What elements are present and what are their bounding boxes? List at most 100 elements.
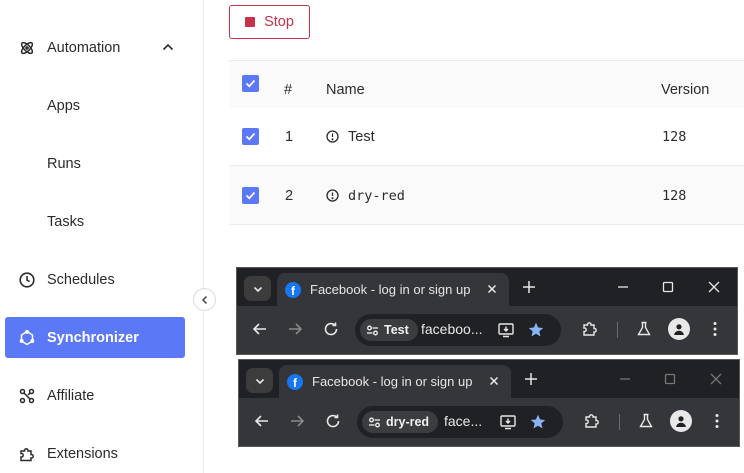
site-settings-icon [369,417,380,427]
facebook-icon: f [287,373,303,390]
info-icon [326,130,339,143]
tab-strip: f Facebook - log in or sign up [239,360,739,398]
person-icon [674,324,684,335]
sidebar-item-tasks[interactable]: Tasks [5,201,185,242]
close-window-icon[interactable] [708,371,724,387]
clock-icon [19,271,35,288]
extensions-icon[interactable] [581,320,599,338]
forward-icon[interactable] [288,412,306,430]
maximize-icon[interactable] [660,279,676,295]
profile-avatar-icon[interactable] [668,318,690,340]
person-icon [676,416,686,427]
app-screen: Automation Apps Runs Tasks Schedules Syn… [0,0,744,473]
sidebar-item-synchronizer[interactable]: Synchronizer [5,317,185,358]
row-number: 1 [285,128,294,145]
tab-strip: f Facebook - log in or sign up [237,268,737,306]
sidebar-item-label: Synchronizer [47,329,139,346]
profile-avatar-icon[interactable] [670,410,692,432]
minimize-icon[interactable] [615,279,631,295]
close-tab-icon[interactable] [485,282,499,296]
site-settings-icon [367,325,378,335]
extensions-icon[interactable] [583,412,601,430]
sidebar-item-label: Runs [47,155,81,172]
toolbar-divider [617,322,618,338]
facebook-icon: f [285,281,301,298]
check-icon [245,132,256,141]
row-name-label: dry-red [348,187,405,204]
row-name: Test [326,108,375,165]
profile-chip-label: Test [384,323,409,337]
browser-window-1[interactable]: f Facebook - log in or sign up Test face… [236,267,738,355]
tab-title: Facebook - log in or sign up [312,374,473,389]
sidebar-item-extensions[interactable]: Extensions [5,433,185,473]
table-row[interactable]: 1 Test 128 [229,108,744,166]
row-number: 2 [285,187,294,204]
row-name: dry-red [326,167,405,224]
browser-window-2[interactable]: f Facebook - log in or sign up dry-red f… [238,359,740,447]
reload-icon[interactable] [324,412,342,430]
bookmark-star-icon[interactable] [527,321,545,339]
sidebar-item-apps[interactable]: Apps [5,85,185,126]
install-app-icon[interactable] [499,413,517,431]
tab-title: Facebook - log in or sign up [310,282,471,297]
stop-button[interactable]: Stop [229,5,310,39]
profiles-table: # Name Version 1 Test 128 2 dry-red 128 [229,60,744,225]
profile-chip[interactable]: dry-red [362,411,439,433]
sidebar-item-label: Extensions [47,445,118,462]
close-window-icon[interactable] [706,279,722,295]
install-app-icon[interactable] [497,321,515,339]
sidebar-item-label: Automation [47,39,121,56]
browser-tab[interactable]: f Facebook - log in or sign up [279,365,511,398]
row-version: 128 [662,187,687,204]
sidebar-collapse-button[interactable] [193,288,216,311]
row-version: 128 [662,128,687,145]
tab-search-button[interactable] [244,276,271,301]
atom-icon [19,40,35,56]
puzzle-icon [19,446,35,462]
row-checkbox[interactable] [242,187,259,204]
labs-flask-icon[interactable] [635,320,653,338]
select-all-checkbox[interactable] [242,75,259,92]
more-menu-icon[interactable] [706,320,724,338]
bookmark-star-icon[interactable] [529,413,547,431]
address-bar[interactable]: dry-red face... [357,406,563,438]
sidebar-item-schedules[interactable]: Schedules [5,259,185,300]
stop-icon [245,17,256,27]
sidebar-item-affiliate[interactable]: Affiliate [5,375,185,416]
row-name-label: Test [348,128,375,145]
tab-search-button[interactable] [246,368,273,393]
minimize-icon[interactable] [617,371,633,387]
sidebar-item-automation[interactable]: Automation [5,27,185,68]
check-icon [245,191,256,200]
affiliate-icon [19,388,35,404]
maximize-icon[interactable] [662,371,678,387]
back-icon[interactable] [253,412,271,430]
profile-chip[interactable]: Test [360,319,418,341]
table-row[interactable]: 2 dry-red 128 [229,167,744,225]
new-tab-icon[interactable] [523,371,539,387]
chevron-up-icon[interactable] [161,40,175,54]
url-text: faceboo... [421,321,483,337]
stop-button-label: Stop [264,14,294,30]
check-icon [245,79,256,88]
more-menu-icon[interactable] [708,412,726,430]
sidebar-item-runs[interactable]: Runs [5,143,185,184]
sidebar: Automation Apps Runs Tasks Schedules Syn… [0,0,204,473]
chevron-down-icon [255,378,264,384]
reload-icon[interactable] [322,320,340,338]
address-bar[interactable]: Test faceboo... [355,314,561,346]
forward-icon[interactable] [286,320,304,338]
row-checkbox[interactable] [242,128,259,145]
url-text: face... [444,413,483,429]
sync-icon [19,329,35,346]
browser-tab[interactable]: f Facebook - log in or sign up [277,273,509,306]
labs-flask-icon[interactable] [637,412,655,430]
close-tab-icon[interactable] [487,374,501,388]
sidebar-item-label: Schedules [47,271,115,288]
back-icon[interactable] [251,320,269,338]
browser-toolbar: Test faceboo... [237,306,737,354]
profile-chip-label: dry-red [386,415,430,429]
sidebar-item-label: Affiliate [47,387,95,404]
new-tab-icon[interactable] [521,279,537,295]
chevron-left-icon [201,295,207,304]
